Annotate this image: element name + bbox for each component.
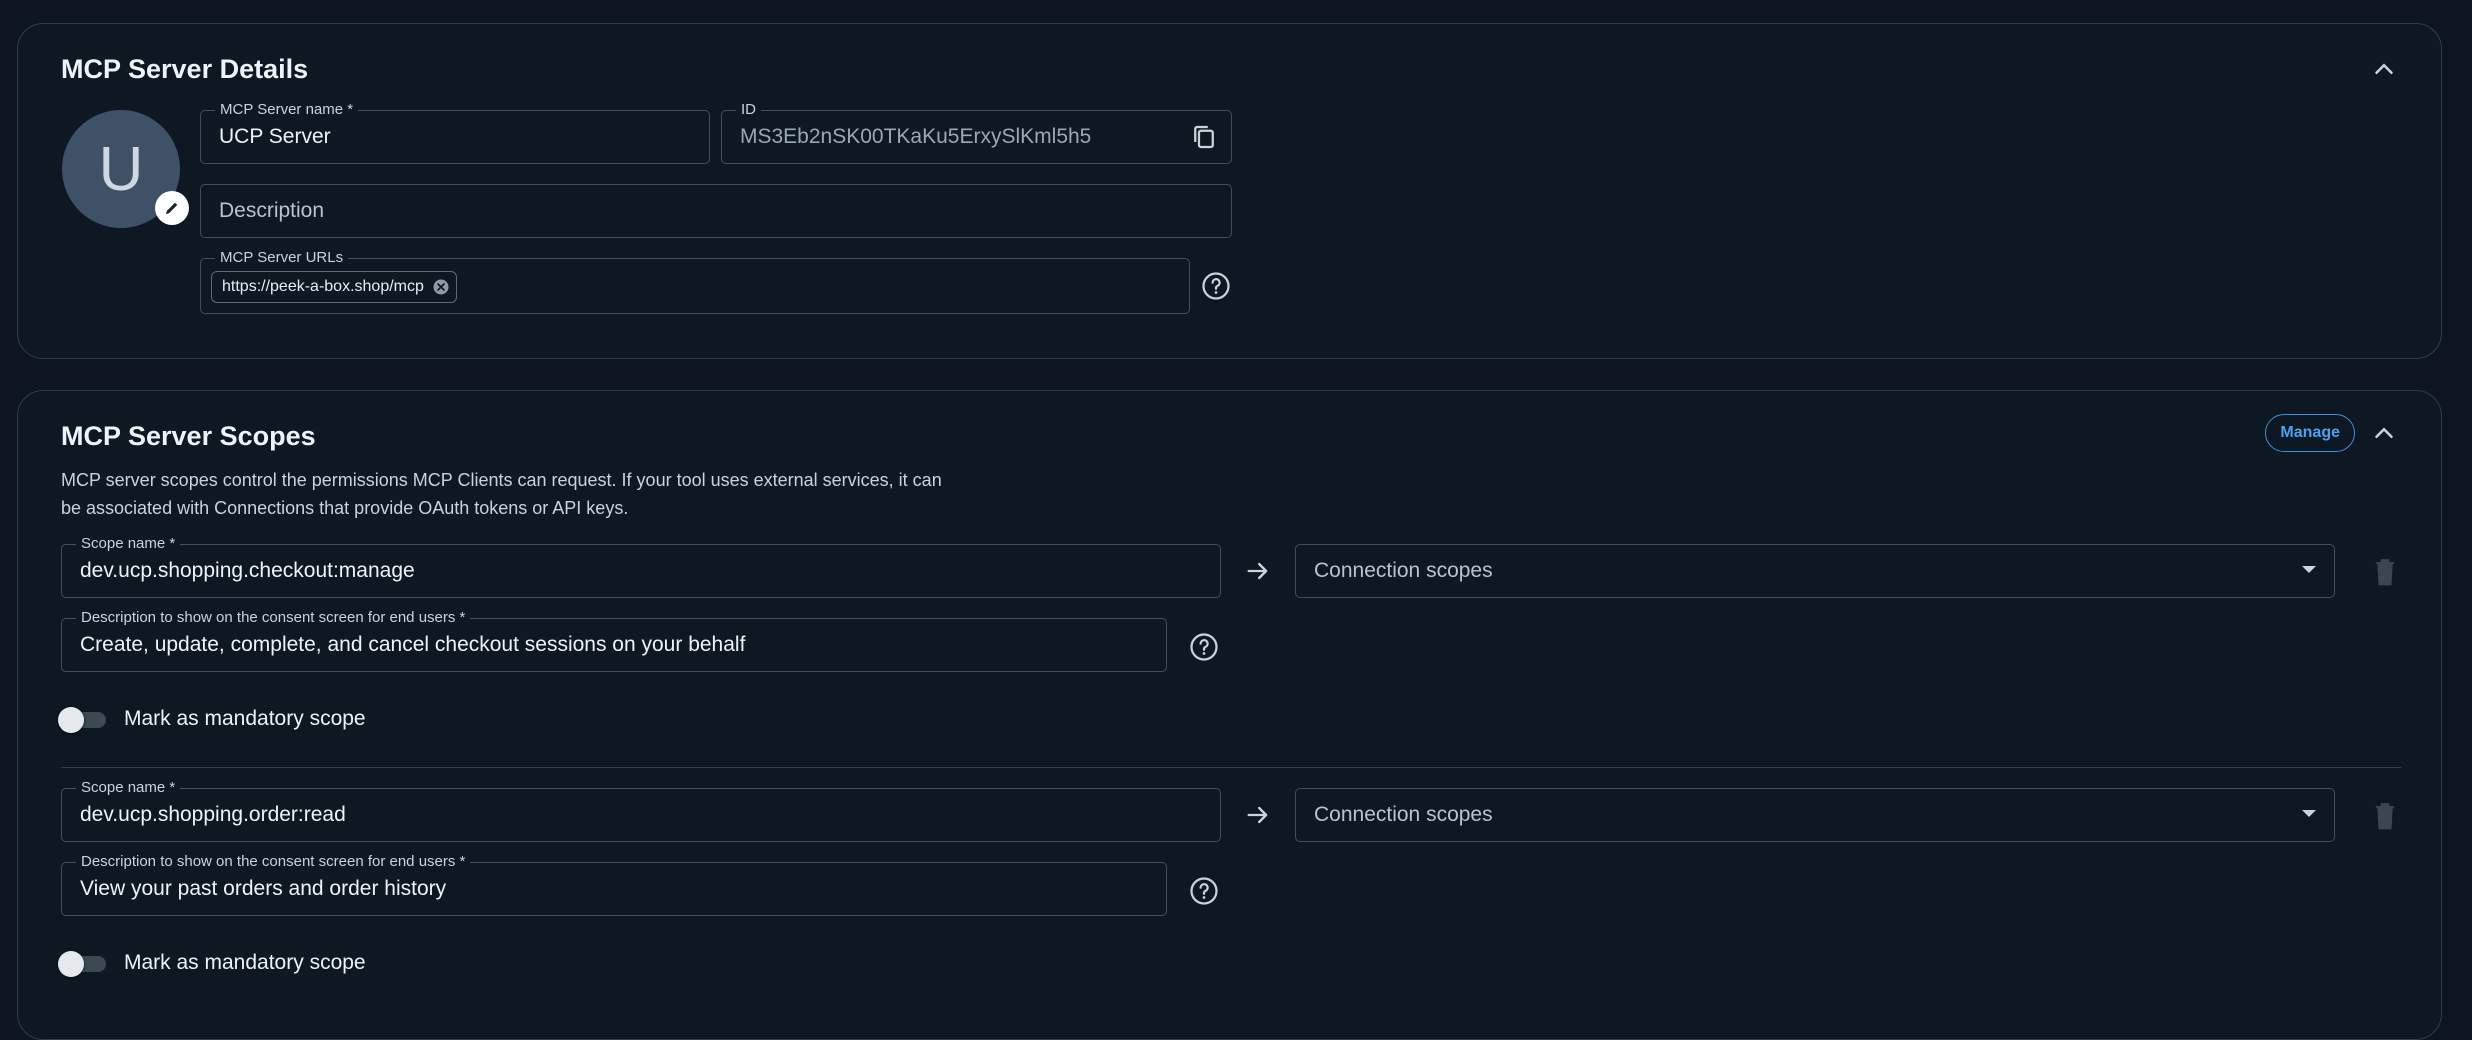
url-chip[interactable]: https://peek-a-box.shop/mcp	[211, 271, 457, 303]
description-field[interactable]: Description	[200, 184, 1232, 238]
dropdown-caret-icon	[2302, 566, 2316, 573]
connection-scopes-select[interactable]: Connection scopes	[1295, 788, 2335, 842]
scope-description-input[interactable]: Create, update, complete, and cancel che…	[80, 619, 745, 671]
help-icon[interactable]	[1189, 632, 1219, 662]
url-chip-text: https://peek-a-box.shop/mcp	[222, 278, 424, 295]
connection-scopes-text: Connection scopes	[1314, 803, 1493, 826]
arrow-right-icon	[1247, 562, 1268, 580]
trash-icon[interactable]	[2371, 800, 2399, 832]
scope-name-input[interactable]: dev.ucp.shopping.checkout:manage	[80, 545, 415, 597]
copy-icon[interactable]	[1189, 122, 1219, 152]
server-id-field: ID MS3Eb2nSK00TKaKu5ErxySlKml5h5	[721, 100, 1232, 164]
avatar-letter: U	[98, 134, 144, 204]
server-scopes-card: MCP Server Scopes Manage MCP server scop…	[17, 390, 2442, 1040]
server-name-field[interactable]: MCP Server name * UCP Server	[200, 100, 710, 164]
chevron-up-icon[interactable]	[2369, 54, 2399, 84]
manage-button[interactable]: Manage	[2265, 414, 2355, 452]
avatar-edit-button[interactable]	[155, 191, 189, 225]
arrow-right-icon	[1247, 806, 1268, 824]
remove-chip-icon[interactable]	[432, 278, 450, 296]
scope-name-field[interactable]: Scope name * dev.ucp.shopping.checkout:m…	[61, 534, 1221, 598]
server-urls-field[interactable]: MCP Server URLs https://peek-a-box.shop/…	[200, 248, 1190, 314]
scope-name-input[interactable]: dev.ucp.shopping.order:read	[80, 789, 346, 841]
scope-description-input[interactable]: View your past orders and order history	[80, 863, 446, 915]
mandatory-scope-toggle[interactable]	[58, 948, 108, 978]
toggle-thumb	[58, 951, 84, 977]
mandatory-scope-toggle[interactable]	[58, 704, 108, 734]
scopes-description: MCP server scopes control the permission…	[61, 470, 942, 518]
mandatory-scope-label: Mark as mandatory scope	[124, 707, 366, 730]
toggle-thumb	[58, 707, 84, 733]
help-icon[interactable]	[1201, 271, 1231, 301]
description-input[interactable]: Description	[219, 185, 324, 237]
help-icon[interactable]	[1189, 876, 1219, 906]
connection-scopes-select[interactable]: Connection scopes	[1295, 544, 2335, 598]
connection-scopes-text: Connection scopes	[1314, 559, 1493, 582]
server-details-card: MCP Server Details U MCP Server name * U…	[17, 23, 2442, 359]
scope-description-field[interactable]: Description to show on the consent scree…	[61, 608, 1167, 672]
server-id-value: MS3Eb2nSK00TKaKu5ErxySlKml5h5	[740, 125, 1092, 148]
server-scopes-title: MCP Server Scopes	[61, 421, 316, 451]
pencil-icon	[166, 202, 178, 214]
chevron-up-icon[interactable]	[2369, 418, 2399, 448]
mandatory-scope-label: Mark as mandatory scope	[124, 951, 366, 974]
scope-name-field[interactable]: Scope name * dev.ucp.shopping.order:read	[61, 778, 1221, 842]
server-details-title: MCP Server Details	[61, 54, 309, 84]
dropdown-caret-icon	[2302, 810, 2316, 817]
scope-divider	[61, 767, 2401, 768]
server-urls-label: MCP Server URLs	[215, 248, 349, 268]
scope-description-field[interactable]: Description to show on the consent scree…	[61, 852, 1167, 916]
server-name-input[interactable]: UCP Server	[219, 111, 331, 163]
trash-icon[interactable]	[2371, 556, 2399, 588]
